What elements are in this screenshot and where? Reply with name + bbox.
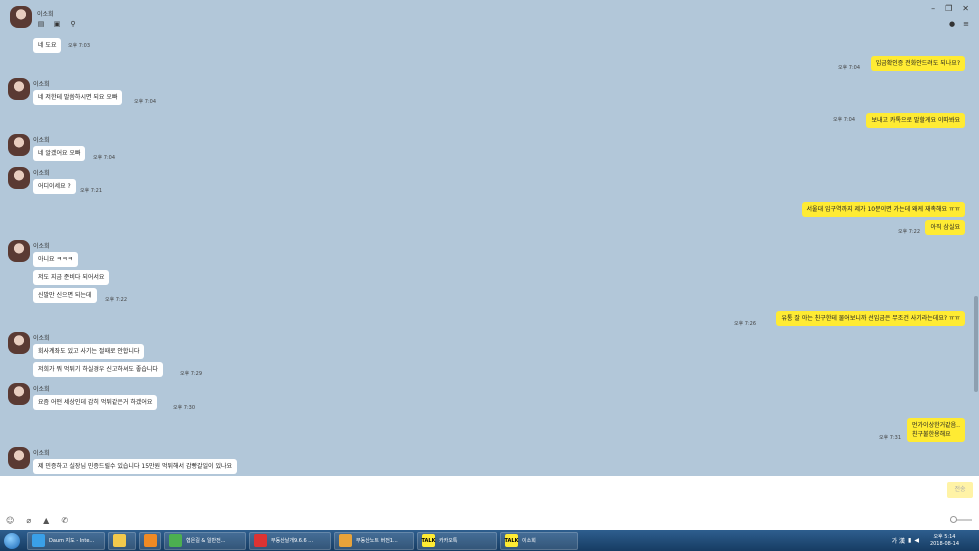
send-button[interactable]: 전송 [947,482,973,498]
their-message-bubble[interactable]: 요즘 어떤 세상인데 감히 먹튀같은거 하겠어요 [33,395,158,410]
network-icon: ▮ [908,537,912,544]
message-list[interactable]: 네 도요 오후 7:03 입금확인증 전화안드려도 되나요? 오후 7:04 이소희 네 … [0,38,979,476]
house-icon [254,534,267,547]
message-time: 오후 7:04 [134,99,157,105]
message-time: 오후 7:26 [734,321,757,327]
volume-icon: ◀ [914,537,919,544]
minimize-icon[interactable]: – [931,4,935,13]
taskbar-item[interactable]: TALK 카카오톡 [417,531,497,550]
message-time: 오후 7:22 [105,297,128,303]
their-message-bubble[interactable]: 네 알겠어요 오빠 [33,146,86,161]
taskbar-item-label: 이소희 [522,538,536,544]
sender-name: 이소희 [33,450,50,457]
sender-avatar[interactable] [8,383,30,405]
my-message-bubble[interactable]: 먼가이상한거같음.. 친구불한용해요 [907,418,965,442]
system-tray: 가 漢 ▮ ◀ 오후 5:14 2018-08-14 [892,530,979,551]
their-message-bubble[interactable]: 저도 지금 준비다 되어서요 [33,270,110,285]
ie-icon [32,534,45,547]
scroll-thumb[interactable] [974,296,978,392]
taskbar-item[interactable]: TALK 이소희 [500,531,578,550]
my-message-bubble[interactable]: 보내고 카톡으로 말할게요 이따봐요 [866,113,965,128]
sender-avatar[interactable] [8,447,30,469]
message-time: 오후 7:04 [93,155,116,161]
kakaotalk-icon: TALK [505,534,518,547]
emoticon-icon[interactable]: ☺ [6,516,14,525]
media-player-icon [144,534,157,547]
chat-scrollbar[interactable] [974,38,978,476]
sender-name: 이소희 [33,137,50,144]
message-input-area[interactable]: 전송 ☺ ⌀ ▲ ✆ [0,476,979,530]
clock[interactable]: 오후 5:14 2018-08-14 [930,534,959,548]
folder-icon [113,534,126,547]
my-message-bubble[interactable]: 서울대 입구역까지 제가 10분이면 가는데 왜케 재촉해요 ㅠㅠ [801,202,965,217]
bell-icon[interactable]: ● [949,20,955,28]
taskbar-item-label: 협은길 & 일반전... [186,538,226,544]
sender-name: 이소희 [33,81,50,88]
message-time: 오후 7:04 [838,65,861,71]
my-message-bubble[interactable]: 유통 잘 아는 친구한테 물어보니까 선입금은 무조건 사기라는데요? ㅠㅠ [776,311,965,326]
menu-icon[interactable]: ≡ [963,20,969,28]
chat-header: 이소희 ▤ ▣ ⚲ – ❐ ✕ ● ≡ [0,0,979,38]
sender-name: 이소희 [33,335,50,342]
message-time: 오후 7:31 [879,435,902,441]
restore-icon[interactable]: ❐ [945,4,952,13]
message-time: 오후 7:29 [180,371,203,377]
sender-name: 이소희 [33,386,50,393]
slider-knob[interactable] [950,516,957,523]
message-time: 오후 7:03 [68,43,91,49]
message-time: 오후 7:21 [80,188,103,194]
ime-indicator[interactable]: 가 漢 [892,536,905,545]
their-message-bubble[interactable]: 제 민증하고 실장님 민증드릴수 있습니다 15만원 먹튀해서 감빵갈일이 있나… [33,459,238,474]
message-time: 오후 7:04 [833,117,856,123]
chrome-icon [169,534,182,547]
contact-name: 이소희 [37,11,54,18]
their-message-bubble[interactable]: 어디이세요 ? [33,179,76,194]
taskbar-item[interactable]: Daum 지도 - Inte... [27,531,105,550]
their-message-bubble[interactable]: 아니요 ㅋㅋㅋ [33,252,79,267]
sender-avatar[interactable] [8,332,30,354]
kakaotalk-icon: TALK [422,534,435,547]
sender-avatar[interactable] [8,78,30,100]
image-icon[interactable]: ▲ [43,516,49,525]
my-message-bubble[interactable]: 입금확인증 전화안드려도 되나요? [870,56,965,71]
taskbar-item-label: Daum 지도 - Inte... [49,538,95,544]
taskbar-item-label: 부동산노트 버전1... [356,538,398,544]
their-message-bubble[interactable]: 회사계좌도 있고 사기는 절때로 안합니다 [33,344,145,359]
taskbar-item[interactable]: 협은길 & 일반전... [164,531,246,550]
contact-avatar[interactable] [10,6,32,28]
their-message-bubble[interactable]: 신발만 신으면 되는데 [33,288,97,303]
message-time: 오후 7:30 [173,405,196,411]
sender-name: 이소희 [33,170,50,177]
their-message-bubble[interactable]: 네 저한테 말씀하시면 되요 오빠 [33,90,123,105]
close-icon[interactable]: ✕ [962,4,969,13]
opacity-slider[interactable] [950,516,972,523]
taskbar-item[interactable] [139,531,161,550]
their-message-bubble[interactable]: 저희가 뭐 먹튀기 하실경우 신고하셔도 좋습니다 [33,362,163,377]
sender-avatar[interactable] [8,240,30,262]
drawer-icon[interactable]: ▣ [53,20,61,28]
windows-icon [4,532,20,549]
call-icon[interactable]: ✆ [61,516,68,525]
message-time: 오후 7:22 [898,229,921,235]
start-button[interactable] [0,530,24,551]
taskbar-item[interactable]: 부동산날개9.6.6 ... [249,531,331,550]
note-icon [339,534,352,547]
chat-window: 이소희 ▤ ▣ ⚲ – ❐ ✕ ● ≡ 네 도요 오후 7:03 입금확인증 전화안… [0,0,979,530]
their-message-bubble[interactable]: 네 도요 [33,38,62,53]
sender-name: 이소희 [33,243,50,250]
sender-avatar[interactable] [8,167,30,189]
search-icon[interactable]: ⚲ [69,20,77,28]
attach-icon[interactable]: ⌀ [26,516,31,525]
taskbar-item-label: 카카오톡 [439,538,458,544]
list-icon[interactable]: ▤ [37,20,45,28]
taskbar-item[interactable]: 부동산노트 버전1... [334,531,414,550]
taskbar: Daum 지도 - Inte... 협은길 & 일반전... 부동산날개9.6.6 … [0,530,979,551]
taskbar-item[interactable] [108,531,136,550]
sender-avatar[interactable] [8,134,30,156]
my-message-bubble[interactable]: 아직 삼실요 [925,220,965,235]
taskbar-item-label: 부동산날개9.6.6 ... [271,538,314,544]
